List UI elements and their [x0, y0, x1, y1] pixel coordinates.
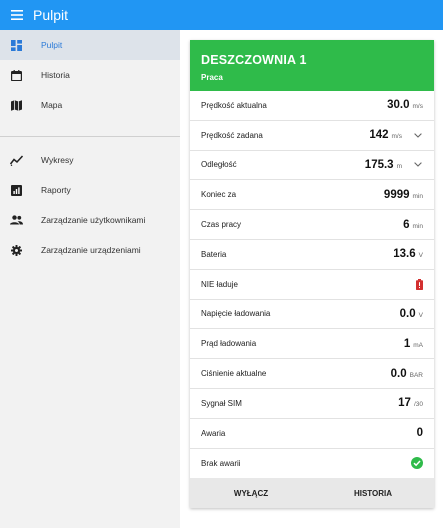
sidebar-item-historia[interactable]: Historia — [0, 60, 180, 90]
sidebar-item-urzadzenia[interactable]: Zarządzanie urządzeniami — [0, 235, 180, 265]
row-value: 30.0 — [387, 99, 410, 112]
sidebar-item-mapa[interactable]: Mapa — [0, 90, 180, 120]
row-label: Brak awarii — [201, 458, 241, 468]
row-value: 0.0 — [390, 367, 407, 380]
row-current-speed: Prędkość aktualna 30.0 m/s — [190, 91, 434, 121]
row-set-speed[interactable]: Prędkość zadana 142 m/s — [190, 121, 434, 151]
row-label: Prędkość aktualna — [201, 100, 267, 110]
row-label: Prąd ładowania — [201, 339, 257, 349]
sidebar-item-label: Raporty — [41, 185, 71, 195]
sidebar-item-label: Zarządzanie urządzeniami — [41, 245, 141, 255]
row-unit: m — [396, 162, 402, 170]
row-distance[interactable]: Odległość 175.3 m — [190, 151, 434, 181]
row-value: 6 — [403, 218, 410, 231]
card-header: DESZCZOWNIA 1 Praca — [190, 40, 434, 91]
sidebar-item-wykresy[interactable]: Wykresy — [0, 145, 180, 175]
row-charging-status: NIE ładuje — [190, 270, 434, 300]
check-circle-icon — [411, 457, 423, 470]
row-label: Ciśnienie aktualne — [201, 369, 267, 379]
sidebar-divider — [0, 136, 180, 137]
row-value: 0 — [416, 427, 423, 440]
sidebar: Pulpit Historia Mapa Wykresy Raporty Zar… — [0, 30, 180, 528]
app-bar: Pulpit — [0, 0, 443, 30]
page-title: Pulpit — [33, 7, 69, 23]
row-value: 175.3 — [364, 158, 394, 171]
calendar-icon — [9, 68, 23, 82]
row-value: 0.0 — [399, 307, 416, 320]
sidebar-item-label: Zarządzanie użytkownikami — [41, 215, 146, 225]
dashboard-icon — [9, 38, 23, 52]
sidebar-item-label: Mapa — [41, 100, 63, 110]
row-unit: V — [418, 252, 423, 260]
row-charging-voltage: Napięcie ładowania 0.0 V — [190, 300, 434, 330]
row-value: 142 — [369, 129, 389, 142]
device-name: DESZCZOWNIA 1 — [201, 53, 307, 67]
battery-alert-icon — [416, 278, 423, 290]
row-label: Odległość — [201, 160, 237, 170]
card-actions: WYŁĄCZ HISTORIA — [190, 478, 434, 508]
row-unit: min — [412, 222, 423, 230]
row-work-time: Czas pracy 6 min — [190, 210, 434, 240]
row-label: Awaria — [201, 428, 226, 438]
row-value: 13.6 — [393, 248, 416, 261]
sidebar-item-label: Historia — [41, 70, 70, 80]
sidebar-item-raporty[interactable]: Raporty — [0, 175, 180, 205]
row-sim-signal: Sygnał SIM 17/30 — [190, 389, 434, 419]
row-unit: /30 — [413, 401, 423, 409]
turn-off-button[interactable]: WYŁĄCZ — [190, 478, 312, 508]
history-button[interactable]: HISTORIA — [312, 478, 434, 508]
report-icon — [9, 183, 23, 197]
row-unit: BAR — [409, 371, 423, 379]
row-label: Napięcie ładowania — [201, 309, 271, 319]
sidebar-item-label: Pulpit — [41, 40, 63, 50]
device-status: Praca — [201, 73, 223, 82]
row-label: Czas pracy — [201, 220, 242, 230]
gear-icon — [9, 243, 23, 257]
row-charging-current: Prąd ładowania 1 mA — [190, 329, 434, 360]
users-icon — [9, 213, 23, 227]
row-battery: Bateria 13.6 V — [190, 240, 434, 270]
row-label: NIE ładuje — [201, 279, 238, 289]
line-chart-icon — [9, 153, 23, 167]
row-label: Koniec za — [201, 190, 237, 200]
row-unit: m/s — [412, 103, 423, 111]
row-failure: Awaria 0 — [190, 419, 434, 449]
hamburger-icon — [11, 10, 23, 20]
row-pressure: Ciśnienie aktualne 0.0 BAR — [190, 359, 434, 389]
row-label: Prędkość zadana — [201, 130, 263, 140]
row-unit: mA — [413, 341, 423, 349]
row-label: Sygnał SIM — [201, 398, 242, 408]
row-end-in: Koniec za 9999 min — [190, 180, 434, 211]
sidebar-item-pulpit[interactable]: Pulpit — [0, 30, 180, 60]
chevron-down-icon[interactable] — [413, 160, 423, 170]
row-label: Bateria — [201, 249, 227, 259]
row-unit: m/s — [391, 133, 402, 141]
row-unit: min — [412, 192, 423, 200]
row-value: 9999 — [383, 188, 410, 201]
map-icon — [9, 98, 23, 112]
row-unit: V — [418, 311, 423, 319]
chevron-down-icon[interactable] — [413, 130, 423, 140]
row-value: 1 — [403, 337, 411, 350]
sidebar-item-label: Wykresy — [41, 155, 74, 165]
sidebar-item-uzytkownicy[interactable]: Zarządzanie użytkownikami — [0, 205, 180, 235]
device-card: DESZCZOWNIA 1 Praca Prędkość aktualna 30… — [190, 40, 434, 508]
row-no-failure: Brak awarii — [190, 449, 434, 479]
menu-button[interactable] — [2, 0, 32, 30]
row-value: 17 — [398, 397, 411, 410]
